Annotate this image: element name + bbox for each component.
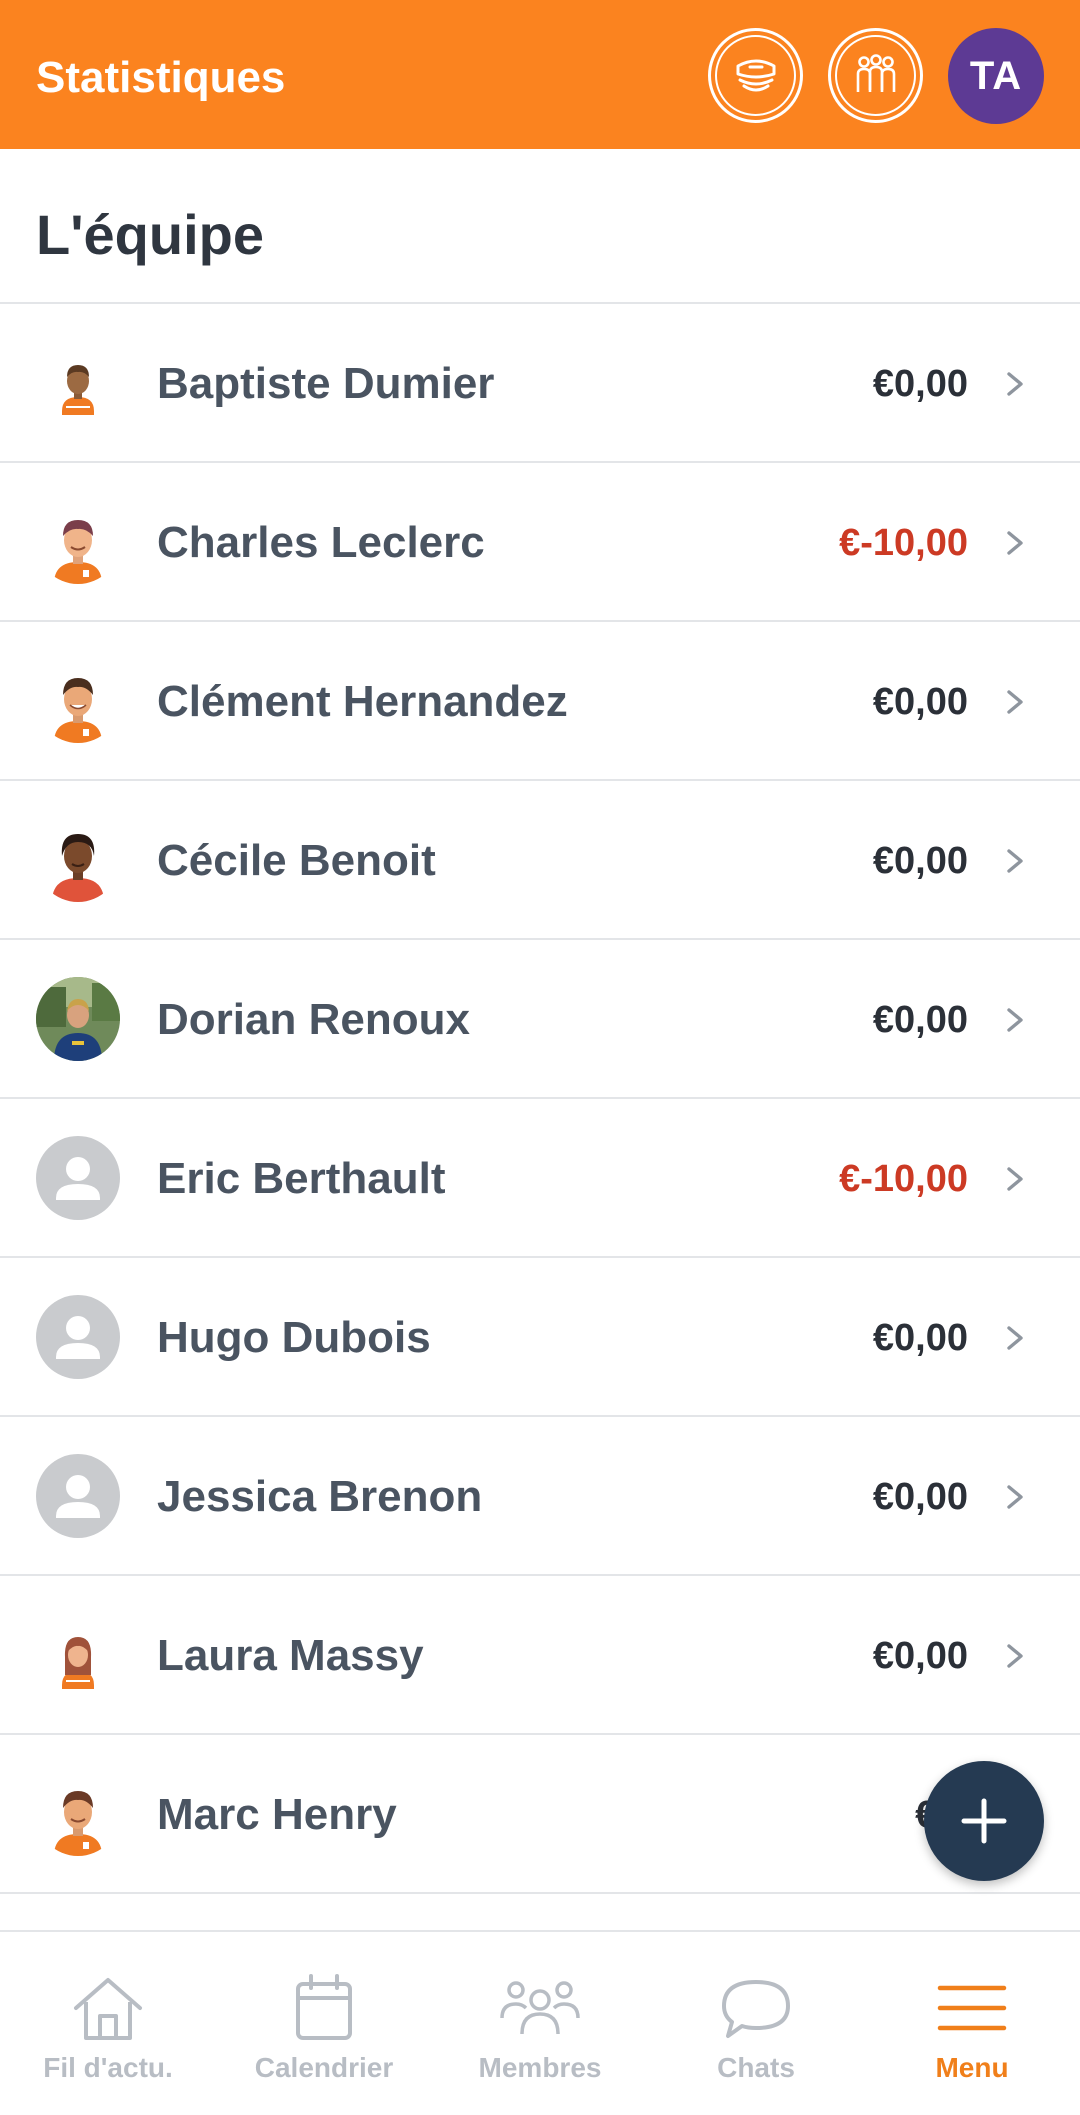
nav-item-chats[interactable]: Chats: [648, 1932, 864, 2115]
chevron-right-icon: [1007, 1326, 1023, 1350]
plus-icon: [961, 1798, 1007, 1844]
player-avatar: [36, 500, 120, 584]
member-balance: €0,00: [872, 681, 968, 723]
member-name: Marc Henry: [157, 1790, 397, 1839]
member-balance: €-10,00: [839, 1158, 968, 1200]
bottom-nav: Fil d'actu. Calendrier Membres Chats Men…: [0, 1930, 1080, 2115]
member-balance: €0,00: [872, 1476, 968, 1518]
profile-photo: [36, 977, 120, 1061]
member-name: Baptiste Dumier: [157, 359, 495, 408]
member-name: Eric Berthault: [157, 1154, 446, 1203]
member-balance: €-10,00: [839, 522, 968, 564]
home-icon: [74, 1978, 142, 2040]
member-row[interactable]: Clément Hernandez €0,00: [0, 622, 1080, 781]
member-balance: €0,00: [872, 363, 968, 405]
chevron-right-icon: [1007, 690, 1023, 714]
member-row[interactable]: Hugo Dubois €0,00: [0, 1258, 1080, 1417]
default-user-icon: [36, 1454, 120, 1538]
members-icon: [500, 1981, 580, 2035]
nav-item-members[interactable]: Membres: [432, 1932, 648, 2115]
player-avatar: [36, 1772, 120, 1856]
player-avatar: [36, 1613, 120, 1697]
nav-label: Chats: [717, 2052, 795, 2083]
team-group-icon: [856, 53, 895, 92]
nav-label: Membres: [478, 2052, 602, 2083]
member-balance: €0,00: [872, 999, 968, 1041]
member-row[interactable]: Charles Leclerc €-10,00: [0, 463, 1080, 622]
member-balance: €0,00: [872, 1635, 968, 1677]
default-user-icon: [36, 1295, 120, 1379]
menu-icon: [937, 1985, 1007, 2031]
page-title: Statistiques: [36, 53, 286, 102]
player-avatar: [36, 341, 120, 425]
member-row[interactable]: Jessica Brenon €0,00: [0, 1417, 1080, 1576]
section-title: L'équipe: [36, 203, 264, 266]
user-avatar[interactable]: TA: [948, 28, 1044, 124]
player-avatar: [36, 659, 120, 743]
coach-badge-button[interactable]: [708, 28, 803, 123]
chevron-right-icon: [1007, 1485, 1023, 1509]
member-name: Jessica Brenon: [157, 1472, 483, 1521]
default-user-icon: [36, 1136, 120, 1220]
member-name: Clément Hernandez: [157, 677, 568, 726]
chevron-right-icon: [1007, 849, 1023, 873]
nav-label: Calendrier: [254, 2052, 394, 2083]
nav-item-feed[interactable]: Fil d'actu.: [0, 1932, 216, 2115]
member-row[interactable]: Baptiste Dumier €0,00: [0, 304, 1080, 463]
nav-item-menu[interactable]: Menu: [864, 1932, 1080, 2115]
member-row[interactable]: Laura Massy €0,00: [0, 1576, 1080, 1735]
member-balance: €0,00: [872, 840, 968, 882]
member-name: Cécile Benoit: [157, 836, 436, 885]
app-header: Statistiques TA: [0, 0, 1080, 149]
team-group-button[interactable]: [828, 28, 923, 123]
calendar-icon: [296, 1974, 352, 2040]
member-name: Dorian Renoux: [157, 995, 470, 1044]
member-row[interactable]: Cécile Benoit €0,00: [0, 781, 1080, 940]
chevron-right-icon: [1007, 1644, 1023, 1668]
add-button[interactable]: [924, 1761, 1044, 1881]
member-name: Hugo Dubois: [157, 1313, 431, 1362]
nav-label: Fil d'actu.: [43, 2052, 173, 2083]
chevron-right-icon: [1007, 531, 1023, 555]
member-row[interactable]: Dorian Renoux €0,00: [0, 940, 1080, 1099]
chevron-right-icon: [1007, 1167, 1023, 1191]
member-row[interactable]: Marc Henry €0,: [0, 1735, 1080, 1894]
member-row[interactable]: Eric Berthault €-10,00: [0, 1099, 1080, 1258]
member-list: Baptiste Dumier €0,00 Charles Leclerc €-…: [0, 304, 1080, 1894]
member-name: Laura Massy: [157, 1631, 424, 1680]
nav-item-calendar[interactable]: Calendrier: [216, 1932, 432, 2115]
chevron-right-icon: [1007, 1008, 1023, 1032]
nav-label: Menu: [935, 2052, 1009, 2083]
coach-badge-icon: [736, 59, 775, 91]
chevron-right-icon: [1007, 372, 1023, 396]
member-name: Charles Leclerc: [157, 518, 485, 567]
member-balance: €0,00: [872, 1317, 968, 1359]
player-avatar: [36, 818, 120, 902]
chat-icon: [722, 1980, 790, 2038]
